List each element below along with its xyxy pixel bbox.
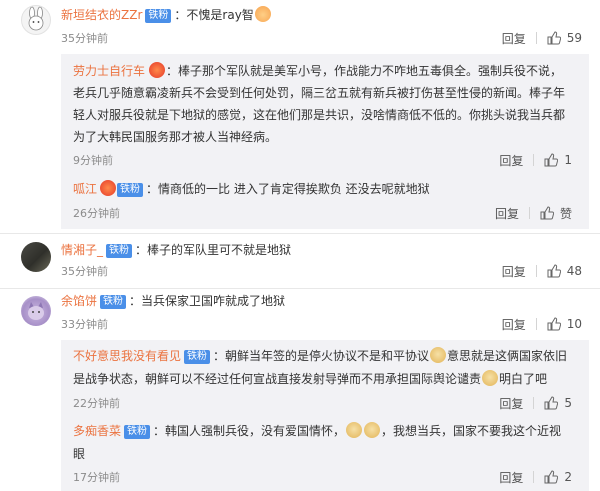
reply-button[interactable]: 回复 — [502, 263, 526, 280]
cat-avatar-icon — [28, 302, 44, 320]
comment-actions: 回复 10 — [502, 316, 582, 332]
like-count[interactable]: 1 — [564, 153, 572, 167]
username[interactable]: 劳力士自行车 — [73, 64, 145, 78]
divider — [535, 318, 537, 330]
medal-emoji-icon — [100, 180, 117, 196]
reply-text-line: 不好意思我没有看见 铁粉 ：朝鲜当年签的是停火协议不是和平协议 意思就是这俩国家依旧 — [73, 345, 567, 367]
comment-text: ： — [174, 8, 187, 22]
comment-text: ：棒子的军队里可不就是地狱 — [135, 243, 292, 257]
reply-text: 眼 — [73, 447, 86, 461]
doge-emoji-icon — [364, 422, 381, 438]
laughing-emoji-icon — [254, 6, 271, 22]
reply-list: 不好意思我没有看见 铁粉 ：朝鲜当年签的是停火协议不是和平协议 意思就是这俩国家依旧 … — [61, 340, 589, 491]
comment-text-line: 情湘子_ 铁粉 ：棒子的军队里可不就是地狱 — [61, 239, 291, 261]
reply-button[interactable]: 回复 — [499, 152, 523, 169]
reply-text-line: 呱江 铁粉 ：情商低的一比 进入了肯定得挨欺负 还没去呢就地狱 — [73, 178, 430, 200]
fan-badge: 铁粉 — [124, 425, 151, 439]
avatar[interactable] — [21, 5, 51, 35]
reply-text: ：韩国人强制兵役，没有爱国情怀， — [153, 424, 346, 438]
reply-text: 为了大韩民国服务那才被人当神经病。 — [73, 130, 278, 144]
thumbs-up-icon[interactable] — [540, 206, 554, 220]
reply-text: 明白了吧 — [499, 372, 548, 386]
username[interactable]: 呱江 — [73, 182, 97, 196]
medal-emoji-icon — [149, 62, 166, 78]
comment-3: 余馅饼 铁粉 ：当兵保家卫国咋就成了地狱 33分钟前 回复 10 不好意思我没有看见… — [0, 289, 600, 491]
divider — [533, 154, 535, 166]
reply-button[interactable]: 回复 — [502, 30, 526, 47]
reply-text-line: 劳力士自行车 ：棒子那个军队就是美军小号，作战能力不咋地五毒俱全。强制兵役不说， — [73, 60, 562, 82]
reply-list: 劳力士自行车 ：棒子那个军队就是美军小号，作战能力不咋地五毒俱全。强制兵役不说， … — [61, 54, 589, 229]
comment-2: 情湘子_ 铁粉 ：棒子的军队里可不就是地狱 35分钟前 回复 48 — [0, 236, 600, 288]
like-count[interactable]: 48 — [567, 264, 582, 278]
reply-actions: 回复 2 — [499, 469, 572, 485]
username[interactable]: 不好意思我没有看见 — [73, 349, 181, 363]
timestamp: 35分钟前 — [61, 265, 108, 278]
comment-text: ：当兵保家卫国咋就成了地狱 — [129, 294, 286, 308]
username[interactable]: 情湘子_ — [61, 243, 103, 257]
like-count[interactable]: 10 — [567, 317, 582, 331]
like-count[interactable]: 59 — [567, 31, 582, 45]
fan-badge: 铁粉 — [100, 295, 127, 309]
reply-text: 轻人对服兵役就是下地狱的感觉，这在他们那是共识，没啥情商低不低的。你挑头说我当兵… — [73, 108, 566, 122]
timestamp: 22分钟前 — [73, 397, 120, 410]
reply-actions: 回复 赞 — [495, 205, 572, 221]
like-count[interactable]: 2 — [564, 470, 572, 484]
reply-text: ，我想当兵，国家不要我这个近视 — [381, 424, 562, 438]
thumbs-up-icon[interactable] — [547, 264, 561, 278]
divider — [535, 32, 537, 44]
comment-actions: 回复 59 — [502, 30, 582, 46]
reply-text: ：朝鲜当年签的是停火协议不是和平协议 — [213, 349, 430, 363]
doge-emoji-icon — [482, 370, 499, 386]
reply-button[interactable]: 回复 — [499, 469, 523, 486]
rabbit-avatar-icon — [28, 6, 44, 31]
reply-text: 是战争状态，朝鲜可以不经过任何宣战直接发射导弹而不用承担国际舆论谴责 — [73, 372, 482, 386]
timestamp: 9分钟前 — [73, 154, 113, 167]
divider — [535, 265, 537, 277]
timestamp: 17分钟前 — [73, 471, 120, 484]
fan-badge: 铁粉 — [145, 9, 172, 23]
timestamp: 33分钟前 — [61, 318, 108, 331]
reply-button[interactable]: 回复 — [502, 316, 526, 333]
avatar[interactable] — [21, 296, 51, 326]
username[interactable]: 余馅饼 — [61, 294, 97, 308]
thumbs-up-icon[interactable] — [547, 31, 561, 45]
thumbs-up-icon[interactable] — [544, 470, 559, 484]
fan-badge: 铁粉 — [117, 183, 144, 197]
like-button-label[interactable]: 赞 — [560, 205, 572, 222]
reply-text: ：情商低的一比 进入了肯定得挨欺负 还没去呢就地狱 — [146, 182, 430, 196]
like-count[interactable]: 5 — [564, 396, 572, 410]
username[interactable]: 多痴香菜 — [73, 424, 121, 438]
thumbs-up-icon[interactable] — [544, 396, 559, 410]
avatar[interactable] — [21, 242, 51, 272]
reply-actions: 回复 1 — [499, 152, 572, 168]
comment-divider — [0, 233, 600, 234]
comment-text: 不愧是ray智 — [186, 8, 254, 22]
reply-text-line: 是战争状态，朝鲜可以不经过任何宣战直接发射导弹而不用承担国际舆论谴责 明白了吧 — [73, 368, 547, 390]
comment-actions: 回复 48 — [502, 263, 582, 279]
reply-button[interactable]: 回复 — [499, 395, 523, 412]
reply-text: 意思就是这俩国家依旧 — [447, 349, 568, 363]
fan-badge: 铁粉 — [184, 350, 211, 364]
doge-emoji-icon — [346, 422, 363, 438]
doge-emoji-icon — [430, 347, 447, 363]
reply-text-line: 多痴香菜 铁粉 ：韩国人强制兵役，没有爱国情怀， ，我想当兵，国家不要我这个近视 — [73, 420, 561, 442]
reply-text: 老兵几乎随意霸凌新兵不会受到任何处罚，隔三岔五就有新兵被打伤甚至性侵的新闻。棒子… — [73, 86, 566, 100]
reply-button[interactable]: 回复 — [495, 205, 519, 222]
divider — [533, 397, 535, 409]
divider — [528, 207, 530, 219]
comment-1: 新垣结衣的ZZr 铁粉 ：不愧是ray智 35分钟前 回复 59 劳力士自行车 ：棒子… — [0, 0, 600, 236]
reply-text: ：棒子那个军队就是美军小号，作战能力不咋地五毒俱全。强制兵役不说， — [166, 64, 563, 78]
fan-badge: 铁粉 — [106, 244, 133, 258]
thumbs-up-icon[interactable] — [547, 317, 561, 331]
timestamp: 35分钟前 — [61, 32, 108, 45]
username[interactable]: 新垣结衣的ZZr — [61, 8, 142, 22]
reply-actions: 回复 5 — [499, 395, 572, 411]
comment-text-line: 新垣结衣的ZZr 铁粉 ：不愧是ray智 — [61, 4, 272, 26]
timestamp: 26分钟前 — [73, 207, 120, 220]
thumbs-up-icon[interactable] — [544, 153, 559, 167]
divider — [533, 471, 535, 483]
comment-text-line: 余馅饼 铁粉 ：当兵保家卫国咋就成了地狱 — [61, 290, 285, 312]
